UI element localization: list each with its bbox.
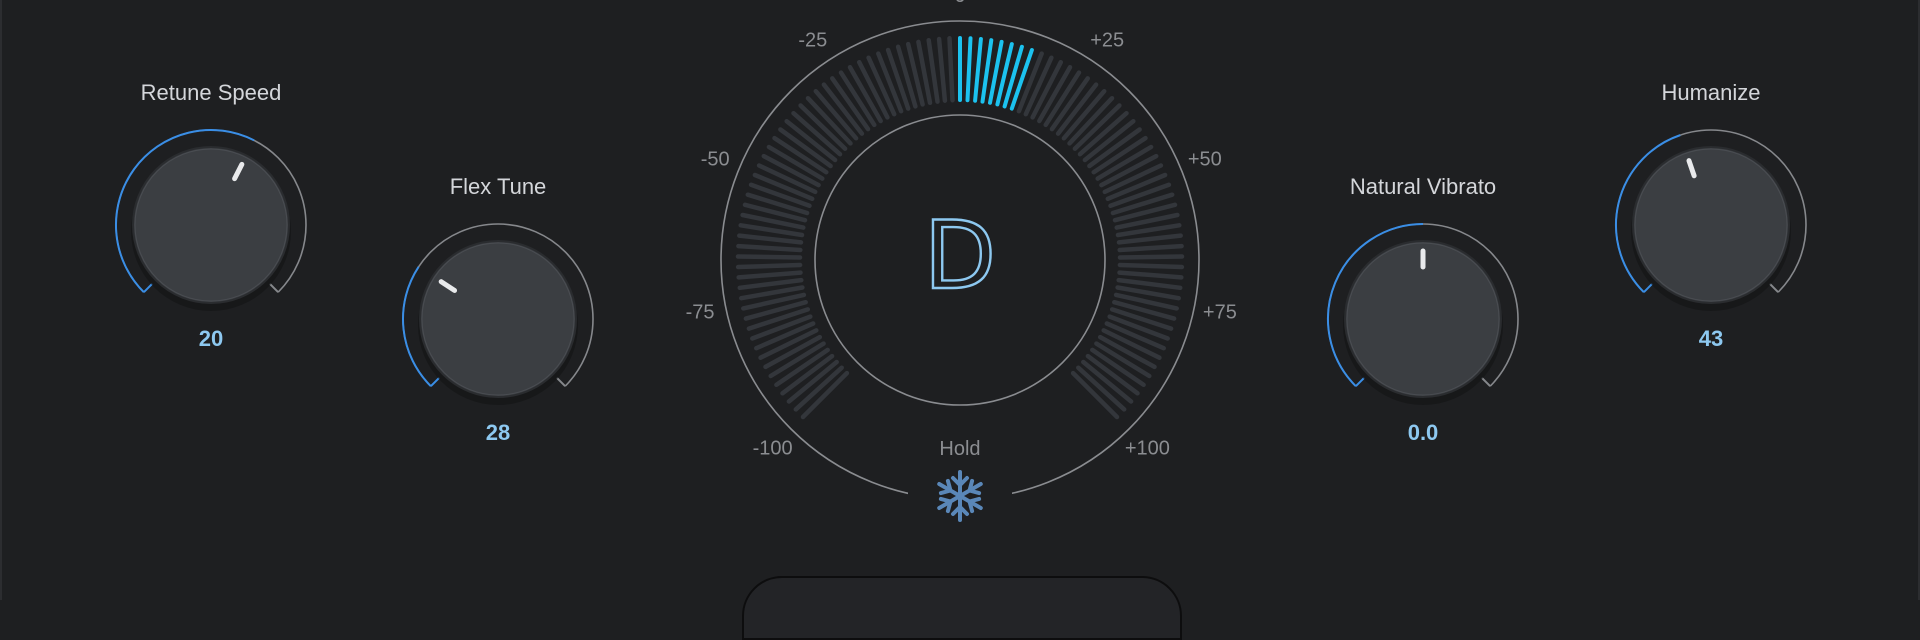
pitch-scale-label: +25 [1090,30,1124,52]
pitch-scale-label: 0 [954,0,965,7]
pitch-tick [1117,254,1185,260]
pitch-scale-label: -100 [753,437,793,459]
pitch-tick [735,262,803,270]
pitch-scale-label: -75 [686,302,715,324]
pitch-scale-label: +100 [1125,437,1170,459]
pitch-tick [737,233,804,245]
note-display: D [924,202,996,311]
pitch-scale-label: -25 [798,30,827,52]
pitch-tick [737,277,804,291]
hold-label: Hold [939,438,980,460]
pitch-tick [735,254,803,260]
bottom-control-panel[interactable] [742,576,1182,640]
pitch-tick [1116,277,1183,291]
pitch-tick [947,35,955,103]
pitch-tick [936,36,948,103]
pitch-scale-label: +75 [1203,302,1237,324]
pitch-tick [1117,270,1184,280]
pitch-scale-label: -50 [701,149,730,171]
pitch-tick [736,243,803,253]
pitch-tick [1116,233,1183,245]
pitch-tick-active [965,36,973,103]
pitch-tick [736,270,803,280]
pitch-tick-active [973,37,983,103]
pitch-tick [1117,243,1184,253]
pitch-scale-label: +50 [1188,149,1222,171]
pitch-tick [1117,262,1185,270]
pitch-meter: -100 -75 -50 -25 0 +25 +50 +75 +100 D Hold [686,0,1237,522]
